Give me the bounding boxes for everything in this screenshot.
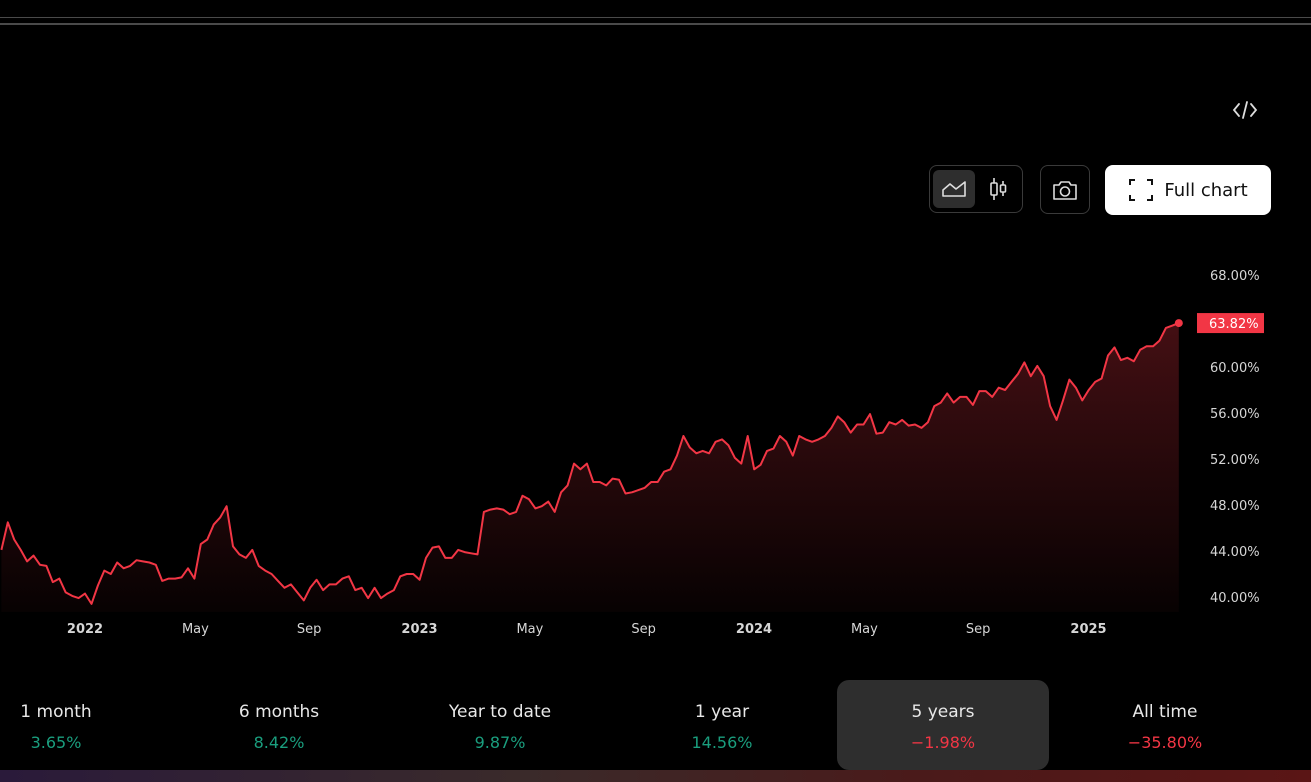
period-label: 1 year	[694, 702, 750, 722]
period-change: 3.65%	[30, 733, 82, 752]
y-tick-label: 56.00%	[1210, 407, 1260, 422]
taskbar-strip	[0, 770, 1311, 782]
y-tick-label: 52.00%	[1210, 453, 1260, 468]
period-tab-5-years[interactable]: 5 years −1.98%	[837, 680, 1049, 770]
x-tick-label: Sep	[966, 622, 991, 637]
period-label: 1 month	[20, 702, 92, 722]
price-chart[interactable]: 40.00% 44.00% 48.00% 52.00% 56.00% 60.00% 68.0…	[0, 0, 1311, 660]
last-value-label: 63.82%	[1209, 317, 1259, 332]
x-tick-label: May	[182, 622, 209, 637]
period-selector: 1 month 3.65% 6 months 8.42% Year to date 9.8…	[0, 680, 1311, 770]
period-change: 14.56%	[691, 733, 753, 752]
y-tick-label: 44.00%	[1210, 545, 1260, 560]
chart-area-fill	[1, 323, 1179, 612]
period-tab-6-months[interactable]: 6 months 8.42%	[173, 680, 385, 770]
x-tick-label: 2024	[736, 622, 772, 637]
x-tick-label: 2025	[1070, 622, 1106, 637]
x-tick-label: 2023	[401, 622, 437, 637]
period-label: Year to date	[448, 702, 552, 722]
y-tick-label: 48.00%	[1210, 499, 1260, 514]
y-tick-label: 60.00%	[1210, 361, 1260, 376]
period-label: All time	[1132, 702, 1198, 722]
x-tick-label: 2022	[67, 622, 103, 637]
period-label: 6 months	[238, 702, 320, 722]
last-point-marker	[1174, 319, 1183, 328]
period-change: −35.80%	[1127, 733, 1203, 752]
y-tick-label: 68.00%	[1210, 269, 1260, 284]
period-label: 5 years	[911, 702, 975, 722]
period-change: 8.42%	[253, 733, 305, 752]
period-tab-1-year[interactable]: 1 year 14.56%	[616, 680, 828, 770]
x-tick-label: Sep	[631, 622, 656, 637]
y-tick-label: 40.00%	[1210, 591, 1260, 606]
x-tick-label: May	[516, 622, 543, 637]
x-tick-label: Sep	[297, 622, 322, 637]
period-tab-1-month[interactable]: 1 month 3.65%	[0, 680, 162, 770]
period-tab-year-to-date[interactable]: Year to date 9.87%	[394, 680, 606, 770]
period-tab-all-time[interactable]: All time −35.80%	[1059, 680, 1271, 770]
period-change: −1.98%	[910, 733, 976, 752]
period-change: 9.87%	[474, 733, 526, 752]
x-tick-label: May	[851, 622, 878, 637]
